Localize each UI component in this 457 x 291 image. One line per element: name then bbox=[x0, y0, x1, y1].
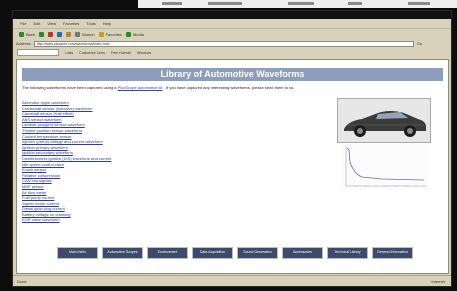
menu-bar: File Edit View Favorites Tools Help bbox=[13, 19, 451, 28]
search-icon bbox=[74, 31, 80, 37]
search-label: Search bbox=[81, 31, 95, 37]
car-image bbox=[338, 99, 430, 142]
stop-button[interactable] bbox=[47, 31, 53, 37]
star-icon bbox=[98, 31, 104, 37]
strip-mark bbox=[208, 2, 242, 5]
links-label: Links bbox=[65, 50, 74, 55]
car-photo bbox=[337, 98, 431, 143]
refresh-icon bbox=[56, 31, 62, 37]
nav-main-index[interactable]: Main Index bbox=[57, 247, 98, 259]
waveform-preview-graph bbox=[342, 144, 428, 190]
menu-file[interactable]: File bbox=[20, 19, 26, 28]
zone-indicator: Internet bbox=[431, 278, 445, 284]
strip-mark bbox=[348, 2, 362, 5]
waveform-graph-svg bbox=[342, 144, 428, 190]
status-bar: Done Internet bbox=[13, 275, 451, 286]
home-icon bbox=[65, 31, 71, 37]
home-button[interactable] bbox=[65, 31, 71, 37]
strip-mark bbox=[288, 2, 314, 5]
page-banner: Library of Automotive Waveforms bbox=[22, 68, 443, 81]
nav-data-acquisition[interactable]: Data Acquisition bbox=[192, 247, 233, 259]
menu-help[interactable]: Help bbox=[103, 19, 111, 28]
nav-accessories[interactable]: Accessories bbox=[282, 247, 323, 259]
nav-automotive-scopes[interactable]: Automotive Scopes bbox=[102, 247, 143, 259]
stop-icon bbox=[47, 31, 53, 37]
site-navigation: Main Index Automotive Scopes Environment… bbox=[57, 247, 413, 259]
menu-edit[interactable]: Edit bbox=[33, 19, 40, 28]
media-icon bbox=[126, 31, 132, 37]
favorites-label: Favorites bbox=[105, 31, 123, 37]
strip-mark bbox=[162, 2, 182, 5]
links-item[interactable]: Windows bbox=[137, 51, 151, 55]
browser-window: File Edit View Favorites Tools Help Back… bbox=[13, 11, 451, 286]
media-label: Media bbox=[133, 31, 144, 37]
title-bar bbox=[13, 11, 451, 19]
menu-favorites[interactable]: Favorites bbox=[63, 19, 79, 28]
links-item[interactable]: Customize Links bbox=[79, 51, 105, 55]
address-label: Address bbox=[16, 41, 31, 46]
links-item[interactable]: Free Hotmail bbox=[111, 51, 131, 55]
page-viewport: Library of Automotive Waveforms The foll… bbox=[16, 59, 449, 274]
nav-sound-generation[interactable]: Sound Generation bbox=[237, 247, 278, 259]
status-text: Done bbox=[17, 278, 27, 284]
address-bar: Address http://www.picoauto.com/waveform… bbox=[13, 39, 451, 48]
nav-general-information[interactable]: General Information bbox=[372, 247, 413, 259]
address-input[interactable]: http://www.picoauto.com/waveforms/index.… bbox=[33, 40, 414, 47]
toolbar: Back Search Favorites Media bbox=[13, 28, 451, 39]
back-button[interactable]: Back bbox=[19, 31, 35, 37]
intro-text: The following waveforms have been captur… bbox=[22, 85, 422, 90]
nav-technical-library[interactable]: Technical Library bbox=[327, 247, 368, 259]
waveform-link[interactable]: EGR valve waveform bbox=[22, 217, 242, 223]
intro-start: The following waveforms have been captur… bbox=[22, 85, 117, 90]
media-button[interactable]: Media bbox=[126, 31, 144, 37]
refresh-button[interactable] bbox=[56, 31, 62, 37]
waveform-link-list: Alternator ripple waveform Crankshaft se… bbox=[22, 100, 242, 223]
favorites-button[interactable]: Favorites bbox=[98, 31, 123, 37]
intro-end: . If you have captured any interesting w… bbox=[163, 85, 295, 90]
forward-button[interactable] bbox=[38, 31, 44, 37]
strip-mark bbox=[408, 2, 430, 5]
go-button[interactable]: Go bbox=[417, 41, 422, 46]
top-screen-strip bbox=[138, 0, 457, 8]
links-search-field[interactable] bbox=[17, 49, 59, 56]
back-arrow-icon bbox=[19, 31, 24, 37]
back-label: Back bbox=[26, 31, 35, 37]
search-button[interactable]: Search bbox=[74, 31, 95, 37]
links-bar: Links Customize Links Free Hotmail Windo… bbox=[13, 48, 451, 57]
menu-view[interactable]: View bbox=[47, 19, 56, 28]
forward-arrow-icon bbox=[38, 31, 44, 37]
menu-tools[interactable]: Tools bbox=[86, 19, 95, 28]
intro-link[interactable]: PicoScope automotive kit bbox=[118, 85, 163, 90]
nav-environment[interactable]: Environment bbox=[147, 247, 188, 259]
